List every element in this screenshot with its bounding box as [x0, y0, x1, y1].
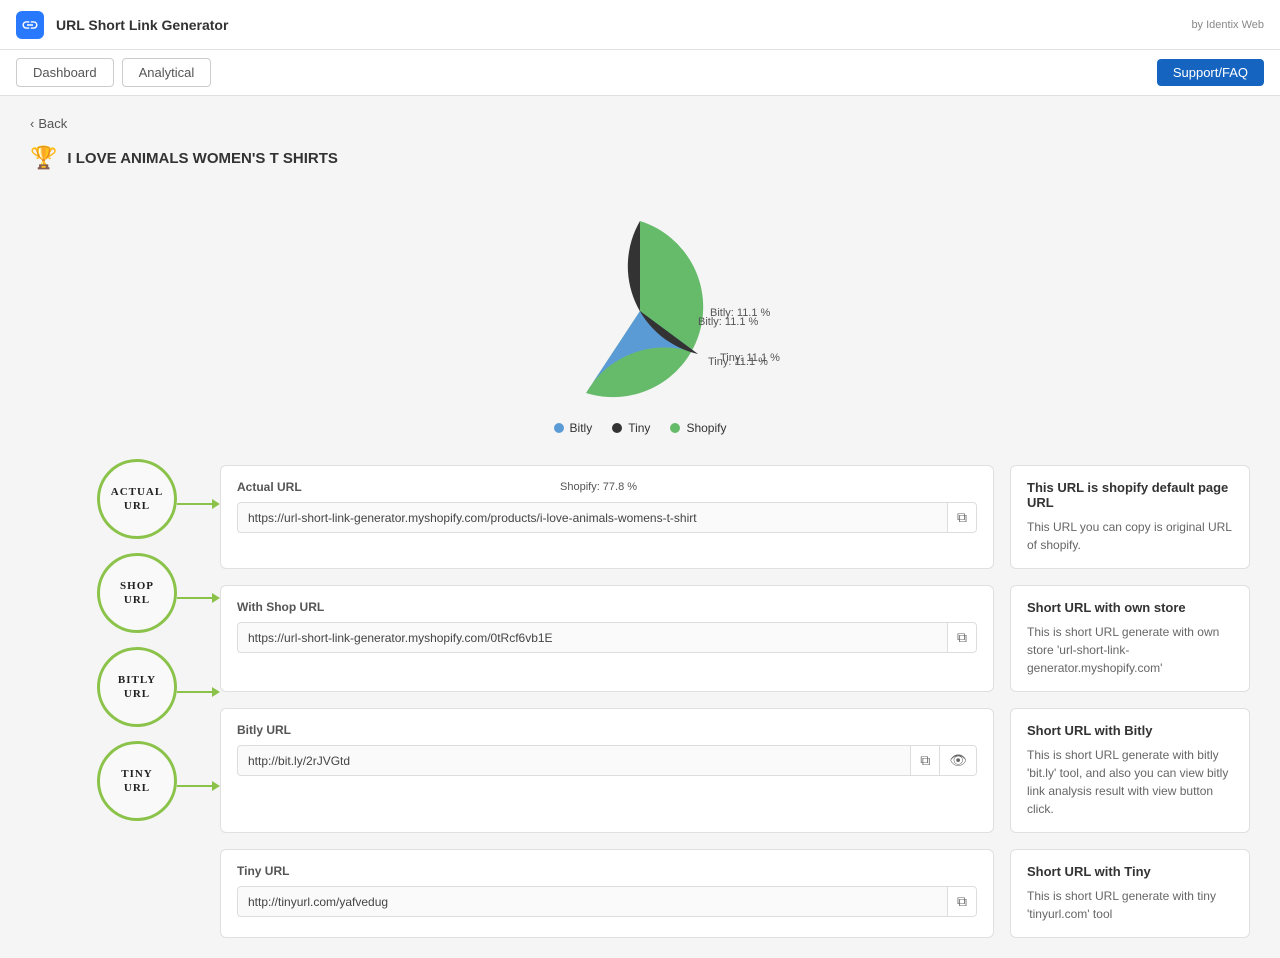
- actual-url-input[interactable]: [238, 504, 947, 532]
- product-header: 🏆 I LOVE ANIMALS WOMEN'S T SHIRTS: [30, 145, 1250, 171]
- shop-url-label: With Shop URL: [237, 600, 977, 614]
- shop-url-row: With Shop URL ⧉ Short URL with own store…: [220, 585, 1250, 692]
- back-label: Back: [38, 116, 67, 131]
- actual-url-input-wrap: ⧉: [237, 502, 977, 533]
- shop-url-copy-button[interactable]: ⧉: [947, 623, 976, 652]
- shop-info-card: Short URL with own store This is short U…: [1010, 585, 1250, 692]
- shop-url-input[interactable]: [238, 624, 947, 652]
- bitly-arrowhead: [212, 687, 220, 697]
- bitly-label: Bitly: 11.1 %: [698, 316, 758, 328]
- legend-bitly: Bitly: [554, 421, 593, 435]
- main-content: ‹ Back 🏆 I LOVE ANIMALS WOMEN'S T SHIRTS: [0, 96, 1280, 958]
- shop-url-circle: Shop URL: [97, 553, 177, 633]
- tiny-legend-label: Tiny: [628, 421, 650, 435]
- actual-info-title: This URL is shopify default page URL: [1027, 480, 1233, 510]
- app-logo: [16, 11, 44, 39]
- app-title: URL Short Link Generator: [56, 17, 228, 33]
- actual-url-circle: Actual URL: [97, 459, 177, 539]
- actual-info-text: This URL you can copy is original URL of…: [1027, 518, 1233, 554]
- tiny-arrow: [177, 781, 220, 791]
- actual-circle-line2: URL: [124, 499, 150, 513]
- product-icon: 🏆: [30, 145, 57, 171]
- tiny-line: [177, 785, 212, 787]
- bitly-info-title: Short URL with Bitly: [1027, 723, 1233, 738]
- tiny-url-row: Tiny URL ⧉ Short URL with Tiny This is s…: [220, 849, 1250, 938]
- sidebar-circles: Actual URL Shop URL: [30, 465, 220, 938]
- tiny-url-card: Tiny URL ⧉: [220, 849, 994, 938]
- actual-arrowhead: [212, 499, 220, 509]
- shop-url-input-wrap: ⧉: [237, 622, 977, 653]
- shop-circle-line1: Shop: [120, 579, 154, 593]
- bitly-url-circle-row: Bitly URL: [97, 653, 220, 731]
- tiny-info-text: This is short URL generate with tiny 'ti…: [1027, 887, 1233, 923]
- actual-url-copy-button[interactable]: ⧉: [947, 503, 976, 532]
- support-button[interactable]: Support/FAQ: [1157, 59, 1264, 86]
- actual-url-circle-row: Actual URL: [97, 465, 220, 543]
- actual-circle-line1: Actual: [111, 485, 163, 499]
- tiny-circle-line1: Tiny: [121, 767, 153, 781]
- shopify-legend-label: Shopify: [686, 421, 726, 435]
- legend-tiny: Tiny: [612, 421, 650, 435]
- shop-circle-line2: URL: [124, 593, 150, 607]
- shopify-label: Shopify: 77.8 %: [560, 481, 637, 493]
- bitly-info-card: Short URL with Bitly This is short URL g…: [1010, 708, 1250, 833]
- tiny-circle-line2: URL: [124, 781, 150, 795]
- dashboard-button[interactable]: Dashboard: [16, 58, 114, 87]
- nav-left: Dashboard Analytical: [16, 58, 211, 87]
- tiny-dot: [612, 423, 622, 433]
- bitly-url-label: Bitly URL: [237, 723, 977, 737]
- pie-chart: Bitly: 11.1 % Tiny: 11.1 % Shopify: 77.8…: [490, 191, 790, 411]
- product-title: I LOVE ANIMALS WOMEN'S T SHIRTS: [67, 150, 338, 167]
- back-link[interactable]: ‹ Back: [30, 116, 1250, 131]
- header-left: URL Short Link Generator: [16, 11, 228, 39]
- bitly-url-input[interactable]: [238, 747, 910, 775]
- shop-info-title: Short URL with own store: [1027, 600, 1233, 615]
- tiny-info-card: Short URL with Tiny This is short URL ge…: [1010, 849, 1250, 938]
- bitly-url-view-button[interactable]: 👁: [939, 746, 976, 775]
- shop-url-card: With Shop URL ⧉: [220, 585, 994, 692]
- bitly-url-row: Bitly URL ⧉ 👁 Short URL with Bitly This …: [220, 708, 1250, 833]
- tiny-url-input-wrap: ⧉: [237, 886, 977, 917]
- actual-line: [177, 503, 212, 505]
- bitly-circle-line2: URL: [124, 687, 150, 701]
- tiny-arrowhead: [212, 781, 220, 791]
- bitly-info-text: This is short URL generate with bitly 'b…: [1027, 746, 1233, 818]
- header: URL Short Link Generator by Identix Web: [0, 0, 1280, 50]
- shop-info-text: This is short URL generate with own stor…: [1027, 623, 1233, 677]
- actual-info-card: This URL is shopify default page URL Thi…: [1010, 465, 1250, 569]
- bitly-line: [177, 691, 212, 693]
- content-area: Actual URL Shop URL: [30, 465, 1250, 938]
- bitly-arrow: [177, 687, 220, 697]
- url-cards-column: Actual URL ⧉ This URL is shopify default…: [220, 465, 1250, 938]
- bitly-url-copy-button[interactable]: ⧉: [910, 746, 939, 775]
- legend-shopify: Shopify: [670, 421, 726, 435]
- actual-arrow: [177, 499, 220, 509]
- bitly-url-circle: Bitly URL: [97, 647, 177, 727]
- chart-legend: Bitly Tiny Shopify: [554, 421, 727, 435]
- tiny-url-circle: Tiny URL: [97, 741, 177, 821]
- shop-arrow: [177, 593, 220, 603]
- bitly-legend-label: Bitly: [570, 421, 593, 435]
- bitly-url-card: Bitly URL ⧉ 👁: [220, 708, 994, 833]
- shopify-dot: [670, 423, 680, 433]
- shop-line: [177, 597, 212, 599]
- bitly-circle-line1: Bitly: [118, 673, 156, 687]
- actual-url-row: Actual URL ⧉ This URL is shopify default…: [220, 465, 1250, 569]
- header-by: by Identix Web: [1191, 19, 1264, 31]
- analytical-button[interactable]: Analytical: [122, 58, 212, 87]
- tiny-url-input[interactable]: [238, 888, 947, 916]
- tiny-url-label: Tiny URL: [237, 864, 977, 878]
- bitly-url-input-wrap: ⧉ 👁: [237, 745, 977, 776]
- tiny-url-copy-button[interactable]: ⧉: [947, 887, 976, 916]
- nav-bar: Dashboard Analytical Support/FAQ: [0, 50, 1280, 96]
- tiny-label: Tiny: 11.1 %: [708, 356, 768, 368]
- tiny-info-title: Short URL with Tiny: [1027, 864, 1233, 879]
- shop-arrowhead: [212, 593, 220, 603]
- chevron-left-icon: ‹: [30, 116, 34, 131]
- chart-section: Bitly: 11.1 % Tiny: 11.1 % Shopify: 77.8…: [30, 191, 1250, 435]
- bitly-dot: [554, 423, 564, 433]
- shop-url-circle-row: Shop URL: [97, 559, 220, 637]
- tiny-url-circle-row: Tiny URL: [97, 747, 220, 825]
